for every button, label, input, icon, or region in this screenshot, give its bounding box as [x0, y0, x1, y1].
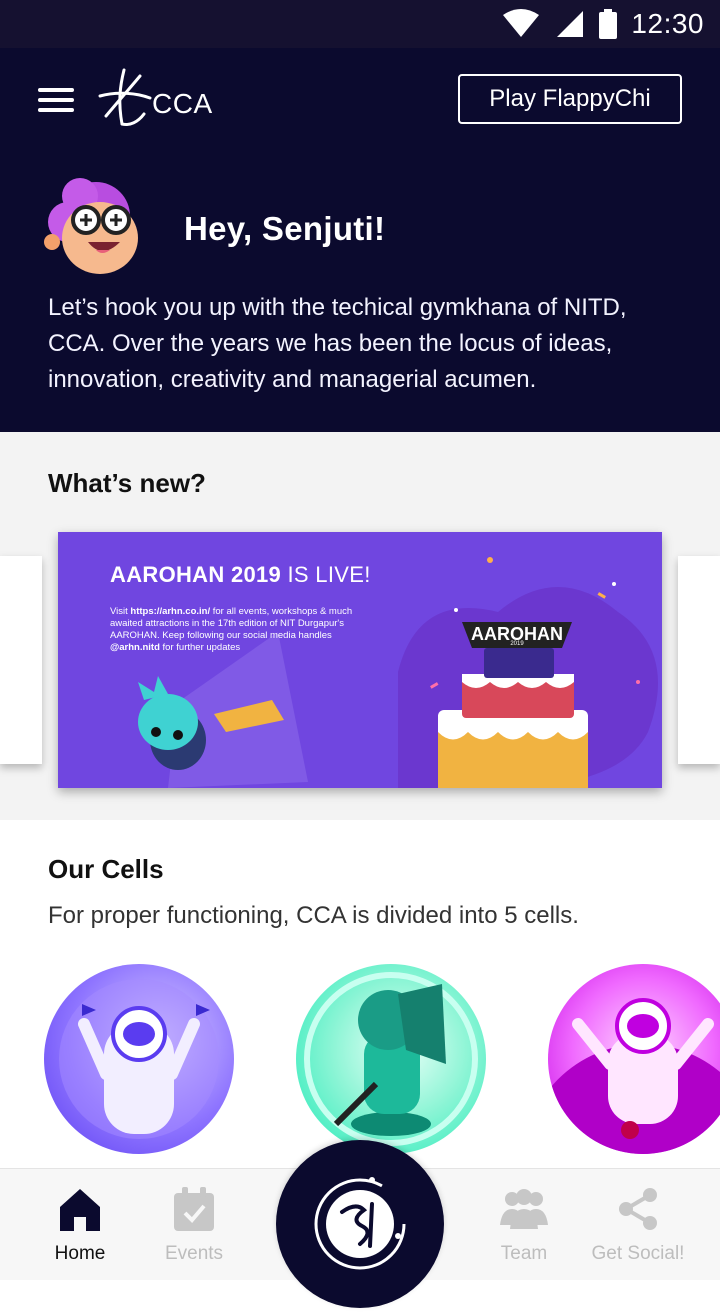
- nav-events-label: Events: [164, 1243, 224, 1264]
- cca-star-logo-icon: [98, 68, 152, 126]
- aarohan-logo-year: 2019: [510, 641, 524, 647]
- greeting-text: Hey, Senjuti!: [184, 210, 386, 247]
- nav-get-social[interactable]: Get Social!: [578, 1185, 698, 1275]
- banner-headline-bold: AAROHAN 2019: [110, 562, 282, 587]
- share-icon: [619, 1188, 657, 1230]
- hero-header: CCA Play FlappyChi Hey, Senjuti! Let’s h…: [0, 48, 720, 432]
- status-icons: 12:30: [501, 0, 704, 48]
- calendar-icon: [174, 1187, 214, 1231]
- banner-link[interactable]: https://arhn.co.in/: [130, 606, 210, 617]
- banner-headline-light: IS LIVE!: [281, 562, 371, 587]
- cca-emblem-icon: [314, 1177, 406, 1270]
- cca-center-button[interactable]: [276, 1140, 444, 1308]
- astronaut-planet-icon: [548, 998, 720, 1154]
- banner-body-text: Visit https://arhn.co.in/ for all events…: [110, 606, 380, 654]
- cell-card-2[interactable]: [296, 964, 486, 1154]
- battery-icon: [599, 9, 618, 39]
- our-cells-title: Our Cells: [48, 854, 164, 884]
- status-time: 12:30: [631, 8, 704, 39]
- nav-events[interactable]: Events: [134, 1185, 254, 1275]
- astronaut-telescope-icon: [304, 972, 478, 1146]
- cell-card-3[interactable]: [548, 964, 720, 1154]
- home-icon: [60, 1189, 100, 1231]
- cell-signal-icon: [557, 11, 584, 37]
- wifi-icon: [503, 9, 540, 37]
- whats-new-section: What’s new? AAROHAN 2019 AAROHAN 2019 IS…: [0, 432, 720, 820]
- logo-text: CCA: [152, 88, 213, 119]
- previous-banner-card[interactable]: [0, 556, 42, 764]
- astronaut-flags-icon: [59, 979, 219, 1139]
- status-bar: 12:30: [0, 0, 720, 48]
- nav-team-label: Team: [500, 1243, 548, 1264]
- banner-body-post: for further updates: [159, 642, 241, 653]
- banner-headline: AAROHAN 2019 IS LIVE!: [110, 562, 371, 588]
- nav-team[interactable]: Team: [464, 1185, 584, 1275]
- banner-handle: @arhn.nitd: [110, 642, 160, 653]
- nav-get-social-label: Get Social!: [591, 1243, 685, 1264]
- our-cells-subtitle: For proper functioning, CCA is divided i…: [48, 902, 579, 929]
- cca-logo: CCA: [94, 66, 218, 130]
- nav-home-label: Home: [54, 1243, 106, 1264]
- cell-card-1[interactable]: [44, 964, 234, 1154]
- team-icon: [500, 1189, 548, 1229]
- whats-new-title: What’s new?: [48, 468, 206, 498]
- play-flappychi-button[interactable]: Play FlappyChi: [458, 74, 682, 124]
- aarohan-banner[interactable]: AAROHAN 2019 AAROHAN 2019 IS LIVE! Visit…: [58, 532, 662, 788]
- next-banner-card[interactable]: [678, 556, 720, 764]
- our-cells-section: Our Cells For proper functioning, CCA is…: [0, 820, 720, 1180]
- nav-home[interactable]: Home: [20, 1185, 140, 1275]
- user-avatar: [44, 178, 138, 274]
- hamburger-menu-icon[interactable]: [38, 88, 74, 112]
- banner-body-pre: Visit: [110, 606, 131, 617]
- intro-text: Let’s hook you up with the techical gymk…: [48, 294, 627, 393]
